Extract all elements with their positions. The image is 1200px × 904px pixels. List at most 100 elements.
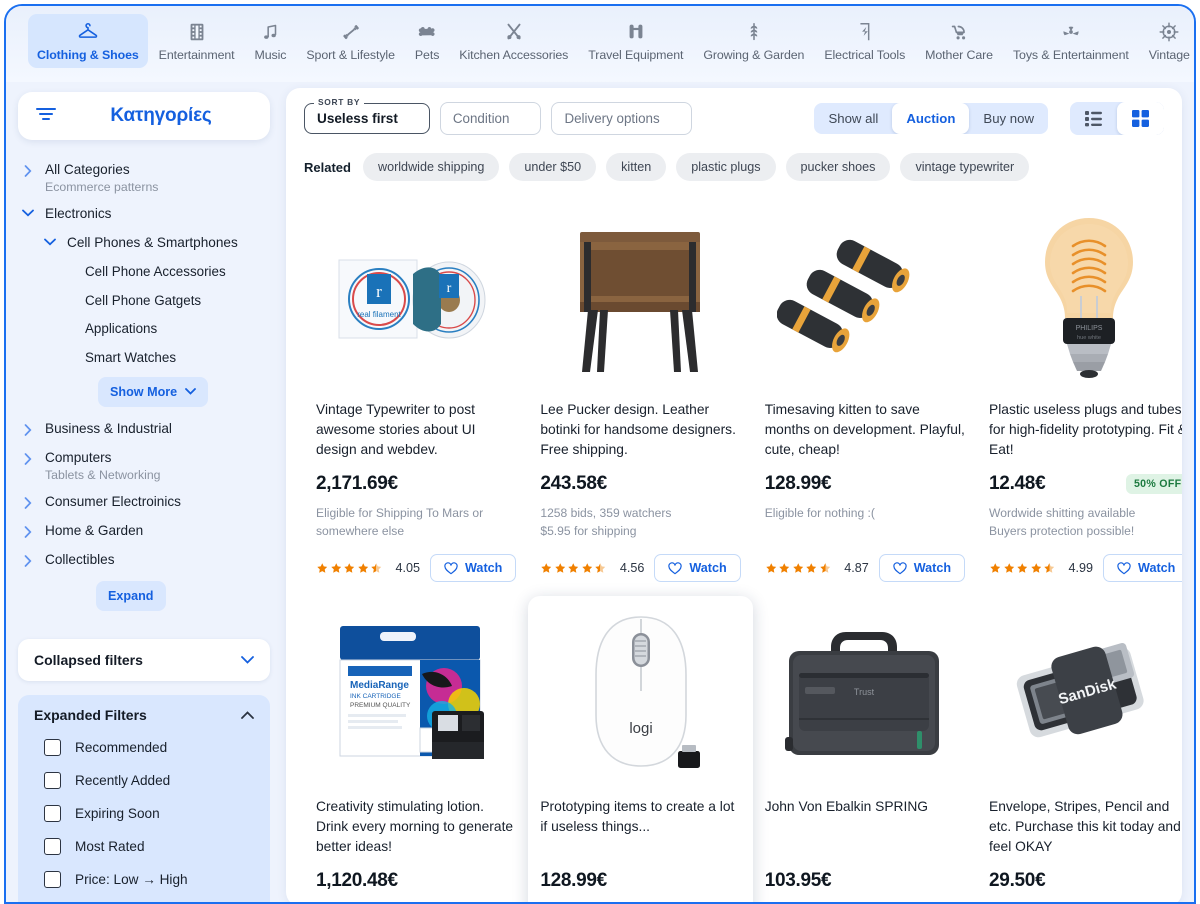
nav-item-clothing-shoes[interactable]: Clothing & Shoes	[28, 14, 148, 68]
chevron-right-icon	[24, 165, 32, 177]
checkbox[interactable]	[44, 739, 61, 756]
nav-item-toys-entertainment[interactable]: Toys & Entertainment	[1004, 14, 1138, 68]
product-card[interactable]: Timesaving kitten to save months on deve…	[753, 199, 977, 596]
checkbox[interactable]	[44, 805, 61, 822]
segment-buy-now[interactable]: Buy now	[969, 103, 1048, 134]
chevron-down-icon[interactable]	[42, 235, 58, 246]
product-title: Envelope, Stripes, Pencil and etc. Purch…	[989, 797, 1182, 857]
filament-spool-image: rreal filamentr	[316, 209, 516, 384]
nav-item-kitchen-accessories[interactable]: Kitchen Accessories	[450, 14, 577, 68]
segment-show-all[interactable]: Show all	[814, 103, 892, 134]
product-card[interactable]: PHILIPShue white Plastic useless plugs a…	[977, 199, 1182, 596]
category-item-electronics[interactable]: Electronics	[20, 200, 268, 229]
category-item-label: Business & Industrial	[45, 421, 172, 438]
tree-indent	[60, 293, 76, 296]
watch-button[interactable]: Watch	[1103, 554, 1182, 582]
category-item-cell-phone-gatgets[interactable]: Cell Phone Gatgets	[20, 287, 268, 316]
related-tag[interactable]: under $50	[509, 153, 596, 181]
related-tag[interactable]: kitten	[606, 153, 666, 181]
product-card[interactable]: SanDisk Envelope, Stripes, Pencil and et…	[977, 596, 1182, 904]
filter-option-expiring-soon[interactable]: Expiring Soon	[34, 797, 254, 830]
show-more-button[interactable]: Show More	[98, 377, 208, 407]
nav-item-label: Entertainment	[159, 48, 235, 62]
checkbox[interactable]	[44, 838, 61, 855]
filter-option-recommended[interactable]: Recommended	[34, 731, 254, 764]
category-item-label: Cell Phones & Smartphones	[67, 235, 238, 252]
delivery-options-select[interactable]: Delivery options	[551, 102, 691, 135]
chevron-right-icon	[24, 424, 32, 436]
product-actions: 4.87 Watch	[765, 554, 965, 582]
star-icon	[343, 562, 356, 575]
category-item-collectibles[interactable]: Collectibles	[20, 546, 268, 575]
svg-text:INK CARTRIDGE: INK CARTRIDGE	[350, 693, 401, 700]
related-searches: Related worldwide shippingunder $50kitte…	[304, 153, 1164, 181]
watch-button[interactable]: Watch	[430, 554, 516, 582]
product-card[interactable]: Lee Pucker design. Leather botinki for h…	[528, 199, 752, 596]
bone-icon	[416, 21, 438, 43]
checkbox[interactable]	[44, 871, 61, 888]
grid-view-icon[interactable]	[1117, 102, 1164, 135]
star-icon	[778, 562, 791, 575]
chevron-right-icon[interactable]	[20, 552, 36, 567]
related-tag[interactable]: plastic plugs	[676, 153, 775, 181]
expanded-filters-panel: Expanded Filters Recommended Recently Ad…	[18, 695, 270, 904]
nav-item-entertainment[interactable]: Entertainment	[150, 14, 244, 68]
product-card[interactable]: logi Prototyping items to create a lot i…	[528, 596, 752, 904]
product-card[interactable]: Trust John Von Ebalkin SPRING 103.95€ 12…	[753, 596, 977, 904]
list-view-icon[interactable]	[1070, 102, 1117, 135]
product-price-row: 243.58€	[540, 473, 740, 495]
nav-item-travel-equipment[interactable]: Travel Equipment	[579, 14, 692, 68]
chevron-right-icon[interactable]	[20, 523, 36, 538]
filter-option-most-rated[interactable]: Most Rated	[34, 830, 254, 863]
category-item-business-industrial[interactable]: Business & Industrial	[20, 415, 268, 444]
watch-button[interactable]: Watch	[654, 554, 740, 582]
category-item-computers[interactable]: Computers Tablets & Networking	[20, 444, 268, 488]
collapsed-filters-panel[interactable]: Collapsed filters	[18, 639, 270, 681]
product-card[interactable]: rreal filamentr Vintage Typewriter to po…	[304, 199, 528, 596]
sort-by-select[interactable]: SORT BY Useless first	[304, 103, 430, 134]
star-icon	[1030, 562, 1043, 575]
category-item-consumer-electroinics[interactable]: Consumer Electroinics	[20, 488, 268, 517]
chevron-right-icon[interactable]	[20, 421, 36, 436]
product-card[interactable]: MediaRangeINK CARTRIDGEPREMIUM QUALITY C…	[304, 596, 528, 904]
category-item-home-garden[interactable]: Home & Garden	[20, 517, 268, 546]
chevron-right-icon[interactable]	[20, 494, 36, 509]
star-icon	[330, 562, 343, 575]
product-price: 12.48€	[989, 473, 1045, 495]
star-icon	[792, 562, 805, 575]
chevron-up-icon	[241, 711, 254, 719]
nav-item-electrical-tools[interactable]: Electrical Tools	[815, 14, 914, 68]
chevron-right-icon[interactable]	[20, 450, 36, 465]
filter-options-list: Recommended Recently Added Expiring Soon…	[34, 731, 254, 904]
chevron-right-icon[interactable]	[20, 162, 36, 177]
nav-item-pets[interactable]: Pets	[406, 14, 448, 68]
related-tag[interactable]: pucker shoes	[786, 153, 891, 181]
watch-button[interactable]: Watch	[879, 554, 965, 582]
filter-option-recently-added[interactable]: Recently Added	[34, 764, 254, 797]
related-tag[interactable]: vintage typewriter	[900, 153, 1029, 181]
chevron-down-icon[interactable]	[20, 206, 36, 217]
category-item-all-categories[interactable]: All Categories Ecommerce patterns	[20, 156, 268, 200]
filter-option-price-low-high[interactable]: Price: Low → High	[34, 863, 254, 896]
star-icon	[370, 562, 383, 575]
condition-select[interactable]: Condition	[440, 102, 542, 135]
expand-button[interactable]: Expand	[96, 581, 166, 611]
product-title: Vintage Typewriter to post awesome stori…	[316, 400, 516, 460]
category-item-cell-phone-accessories[interactable]: Cell Phone Accessories	[20, 258, 268, 287]
category-item-applications[interactable]: Applications	[20, 315, 268, 344]
nav-item-mother-care[interactable]: Mother Care	[916, 14, 1002, 68]
product-meta: Eligible for nothing :(	[765, 504, 965, 540]
category-item-smart-watches[interactable]: Smart Watches	[20, 344, 268, 373]
heart-icon	[668, 562, 682, 575]
categories-header[interactable]: Κατηγορίες	[18, 92, 270, 140]
category-item-cell-phones-smartphones[interactable]: Cell Phones & Smartphones	[20, 229, 268, 258]
nav-item-music[interactable]: Music	[246, 14, 296, 68]
related-tag[interactable]: worldwide shipping	[363, 153, 499, 181]
checkbox[interactable]	[44, 772, 61, 789]
nav-item-label: Pets	[415, 48, 439, 62]
nav-item-vintage[interactable]: Vintage	[1140, 14, 1196, 68]
nav-item-sport-lifestyle[interactable]: Sport & Lifestyle	[297, 14, 404, 68]
segment-auction[interactable]: Auction	[892, 103, 969, 134]
nav-item-growing-garden[interactable]: Growing & Garden	[694, 14, 813, 68]
expanded-filters-header[interactable]: Expanded Filters	[34, 707, 254, 723]
